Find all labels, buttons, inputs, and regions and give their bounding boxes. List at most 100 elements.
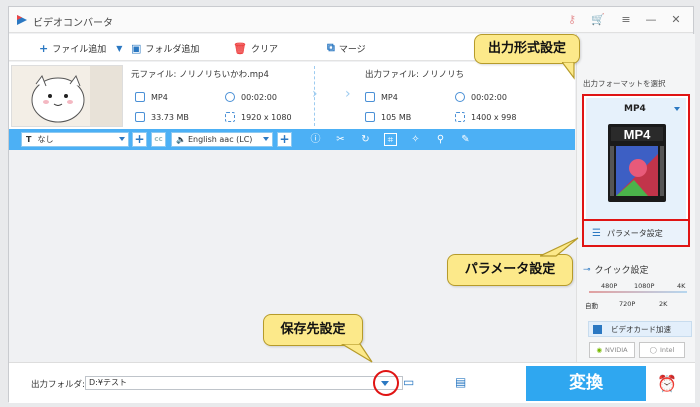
out-duration: 00:02:00 [455, 92, 507, 102]
edit-icon[interactable]: ✎ [459, 133, 472, 146]
quick-480p[interactable]: 480P [601, 282, 617, 290]
resolution-icon [225, 112, 235, 122]
src-format: MP4 [135, 92, 168, 102]
output-folder-label: 出力フォルダ: [31, 380, 85, 390]
clock-icon [455, 92, 465, 102]
speaker-icon: 🔈 [176, 135, 186, 144]
key-icon[interactable]: ⚷ [565, 13, 579, 27]
folder-add-icon: ▣ [131, 41, 142, 55]
gpu-acceleration-label: ビデオカード加速 [611, 324, 671, 334]
sliders-icon: ☰ [592, 227, 601, 239]
out-resolution: 1400 x 998 [455, 112, 516, 122]
app-logo-icon [17, 15, 27, 25]
subtitle-select[interactable]: T なし [21, 132, 129, 147]
output-folder-field[interactable]: D:¥テスト [85, 376, 403, 390]
convert-button[interactable]: 変換 [526, 366, 646, 401]
app-title: ビデオコンバータ [33, 18, 113, 29]
edit-toolbar: T なし + cc 🔈 English aac (LC) + ⓘ ✂ ↻ ⌗ ✧… [9, 129, 575, 150]
source-file-name: 元ファイル: ノリノリちいかわ.mp4 [131, 70, 269, 80]
callout-format-tail [562, 62, 575, 80]
text-icon: T [26, 135, 32, 144]
scissors-icon[interactable]: ✂ [334, 133, 347, 146]
clear-label: クリア [250, 44, 278, 55]
src-resolution: 1920 x 1080 [225, 112, 292, 122]
add-file-label: ファイル追加 [52, 44, 107, 55]
highlight-circle [373, 370, 399, 396]
quick-2k[interactable]: 2K [659, 300, 667, 308]
chevron-down-icon [674, 107, 680, 111]
effect-wand-icon[interactable]: ✧ [409, 133, 422, 146]
chevron-down-icon [119, 137, 125, 141]
convert-arrow-icon-2: › [345, 86, 351, 102]
checkbox-icon [593, 324, 602, 334]
nvidia-badge: ◉ NVIDIA [589, 342, 635, 358]
merge-icon: ⧉ [327, 41, 335, 54]
callout-save: 保存先設定 [263, 314, 363, 346]
info-icon[interactable]: ⓘ [309, 133, 322, 146]
video-thumbnail [11, 65, 123, 127]
folder-icon [365, 112, 375, 122]
format-selector[interactable]: MP4 MP4 [582, 94, 690, 227]
clock-icon [225, 92, 235, 102]
select-format-label: 出力フォーマットを選択 [583, 79, 666, 88]
out-size: 105 MB [365, 112, 411, 122]
parameter-settings-button[interactable]: ☰ パラメータ設定 [582, 219, 690, 247]
quick-1080p[interactable]: 1080P [634, 282, 654, 290]
minimize-button[interactable]: — [642, 11, 660, 29]
resolution-icon [455, 112, 465, 122]
mp4-format-icon: MP4 [608, 124, 666, 202]
title-bar: ビデオコンバータ ⚷ 🛒 ≡ — ✕ [9, 7, 693, 33]
format-panel: 出力フォーマットを選択 MP4 MP4 ☰ パラメータ設定 ⊸ クイック設定 4… [576, 34, 695, 362]
out-format: MP4 [365, 92, 398, 102]
cc-icon[interactable]: cc [151, 132, 166, 147]
watermark-icon[interactable]: ⚲ [434, 133, 447, 146]
merge-label: マージ [338, 44, 366, 55]
intel-badge: ◯ Intel [639, 342, 685, 358]
gpu-acceleration-toggle[interactable]: ビデオカード加速 [588, 321, 692, 337]
quick-settings-slider[interactable] [589, 291, 687, 293]
callout-params-tail [540, 237, 579, 257]
divider [314, 66, 315, 126]
format-name: MP4 [624, 104, 646, 114]
folder-icon [135, 112, 145, 122]
quick-settings-label: クイック設定 [594, 266, 649, 276]
parameter-settings-label: パラメータ設定 [606, 228, 663, 238]
chevron-down-icon [263, 137, 269, 141]
plus-icon: + [39, 41, 49, 55]
add-folder-label: フォルダ追加 [145, 44, 200, 55]
crop-icon[interactable]: ⌗ [384, 133, 397, 146]
quick-720p[interactable]: 720P [619, 300, 635, 308]
add-folder-button[interactable]: ▣ フォルダ追加 [131, 41, 199, 55]
format-selector-inner: MP4 MP4 [586, 98, 686, 223]
src-size: 33.73 MB [135, 112, 189, 122]
menu-icon[interactable]: ≡ [617, 11, 635, 29]
output-folder-value: D:¥テスト [89, 378, 127, 387]
rotate-icon[interactable]: ↻ [359, 133, 372, 146]
slider-icon: ⊸ [583, 264, 591, 275]
nvidia-logo-icon: ◉ [596, 346, 603, 354]
cart-icon[interactable]: 🛒 [591, 13, 605, 27]
alarm-clock-icon[interactable]: ⏰ [657, 374, 677, 394]
chevron-down-icon[interactable]: ▼ [116, 44, 122, 53]
mp4-icon-text: MP4 [624, 127, 652, 142]
output-file-name: 出力ファイル: ノリノリち [365, 70, 465, 80]
add-subtitle-button[interactable]: + [132, 132, 147, 147]
format-icon [135, 92, 145, 102]
intel-logo-icon: ◯ [649, 346, 657, 354]
callout-format: 出力形式設定 [474, 34, 580, 64]
close-button[interactable]: ✕ [667, 11, 685, 29]
audio-select[interactable]: 🔈 English aac (LC) [171, 132, 273, 147]
quick-auto[interactable]: 自動 [585, 300, 598, 310]
callout-params: パラメータ設定 [447, 254, 573, 286]
add-file-button[interactable]: + ファイル追加 ▼ [39, 41, 122, 55]
quick-4k[interactable]: 4K [677, 282, 685, 290]
merge-button[interactable]: ⧉ マージ [327, 41, 366, 55]
open-folder-icon[interactable]: ▭ [403, 376, 417, 388]
subtitle-value: なし [37, 135, 54, 144]
clear-button[interactable]: 🗑 クリア [233, 41, 278, 55]
file-item[interactable]: 元ファイル: ノリノリちいかわ.mp4 出力ファイル: ノリノリち MP4 00… [9, 62, 575, 129]
add-audio-button[interactable]: + [277, 132, 292, 147]
audio-value: English aac (LC) [187, 135, 253, 144]
output-folder-open-icon[interactable]: ▤ [455, 376, 469, 388]
src-duration: 00:02:00 [225, 92, 277, 102]
